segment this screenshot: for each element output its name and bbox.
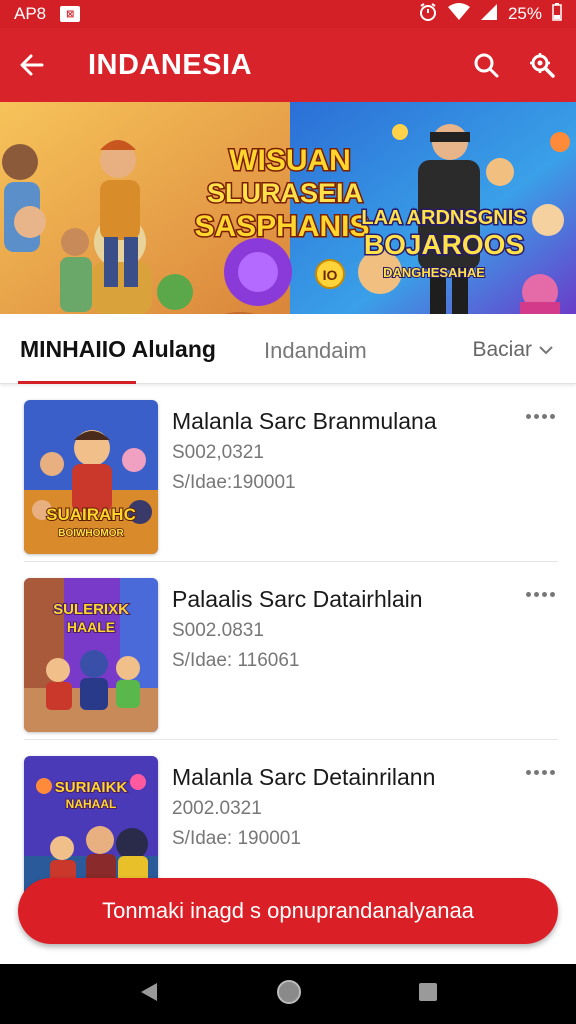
- more-options-icon[interactable]: [524, 406, 556, 426]
- item-title: Malanla Sarc Branmulana: [172, 408, 437, 434]
- app-bar: INDANESIA: [0, 28, 576, 102]
- banner-artwork: IO WISUAN SLURASEIA SASPHANIS LAA ARDNSG…: [0, 102, 576, 314]
- notification-badge-icon: ⊠: [60, 6, 81, 22]
- nav-home-icon[interactable]: [276, 979, 302, 1010]
- chevron-down-icon: [539, 346, 553, 355]
- item-price: S002.0831: [172, 620, 264, 641]
- search-icon: [474, 53, 499, 78]
- settings-button[interactable]: [514, 28, 570, 102]
- search-button[interactable]: [458, 28, 514, 102]
- item-meta: S/Idae: 190001: [172, 828, 301, 849]
- thumb-caption-2: BOIWHOMOR: [58, 528, 124, 539]
- tab-bar: MINHAIIO Alulang Indandaim Baciar: [0, 314, 576, 384]
- item-meta: S/Idae:190001: [172, 472, 296, 493]
- tab-second[interactable]: Indandaim: [264, 338, 367, 364]
- banner-left-line-2: SLURASEIA: [207, 178, 363, 208]
- signal-icon: [480, 3, 498, 26]
- battery-text: 25%: [507, 4, 542, 23]
- thumb-caption-1: SULERIXK: [53, 601, 129, 618]
- banner-badge: IO: [323, 267, 338, 283]
- wifi-icon: [447, 2, 470, 26]
- system-nav-bar: [0, 964, 576, 1024]
- item-price: S002,0321: [172, 442, 264, 463]
- item-thumbnail: SUAIRAHC BOIWHOMOR: [24, 400, 158, 554]
- banner-left-line-1: WISUAN: [229, 144, 351, 177]
- primary-cta-button[interactable]: Tonmaki inagd s opnuprandanalyanaa: [18, 878, 558, 944]
- page-title: INDANESIA: [88, 48, 253, 81]
- status-bar: AP8 ⊠ 25%: [0, 0, 576, 28]
- filter-dropdown[interactable]: Baciar: [472, 338, 554, 362]
- battery-icon: [552, 2, 562, 26]
- nav-recents-icon[interactable]: [417, 981, 439, 1008]
- promo-banner[interactable]: IO WISUAN SLURASEIA SASPHANIS LAA ARDNSG…: [0, 102, 576, 314]
- tab-active[interactable]: MINHAIIO Alulang: [20, 336, 216, 363]
- settings-icon: [530, 53, 555, 78]
- item-meta: S/Idae: 116061: [172, 650, 300, 671]
- filter-label: Baciar: [472, 338, 532, 361]
- more-options-icon[interactable]: [524, 762, 556, 782]
- cta-label: Tonmaki inagd s opnuprandanalyanaa: [102, 898, 474, 923]
- banner-right-line-3: DANGHESAHAE: [383, 265, 485, 280]
- status-left-text: AP8: [14, 4, 47, 23]
- item-price: 2002.0321: [172, 798, 262, 819]
- banner-left-line-3: SASPHANIS: [194, 210, 369, 243]
- more-options-icon[interactable]: [524, 584, 556, 604]
- nav-back-icon[interactable]: [137, 980, 161, 1009]
- thumb-caption-1: SURIAIKK: [55, 779, 128, 796]
- thumb-caption-2: HAALE: [67, 619, 115, 635]
- item-title: Malanla Sarc Detainrilann: [172, 764, 436, 790]
- thumb-caption-1: SUAIRAHC: [46, 505, 136, 524]
- back-arrow-icon: [20, 54, 44, 76]
- item-title: Palaalis Sarc Datairhlain: [172, 586, 423, 612]
- thumb-caption-2: NAHAAL: [66, 797, 117, 811]
- alarm-icon: [418, 2, 438, 27]
- item-thumbnail: SULERIXK HAALE: [24, 578, 158, 732]
- list-item[interactable]: SULERIXK HAALE Palaalis Sarc Datairhlain…: [0, 562, 576, 740]
- back-button[interactable]: [0, 28, 64, 102]
- banner-right-line-2: BOJAROOS: [364, 229, 524, 260]
- banner-right-line-1: LAA ARDNSGNIS: [361, 207, 526, 229]
- list-item[interactable]: SUAIRAHC BOIWHOMOR Malanla Sarc Branmula…: [0, 384, 576, 562]
